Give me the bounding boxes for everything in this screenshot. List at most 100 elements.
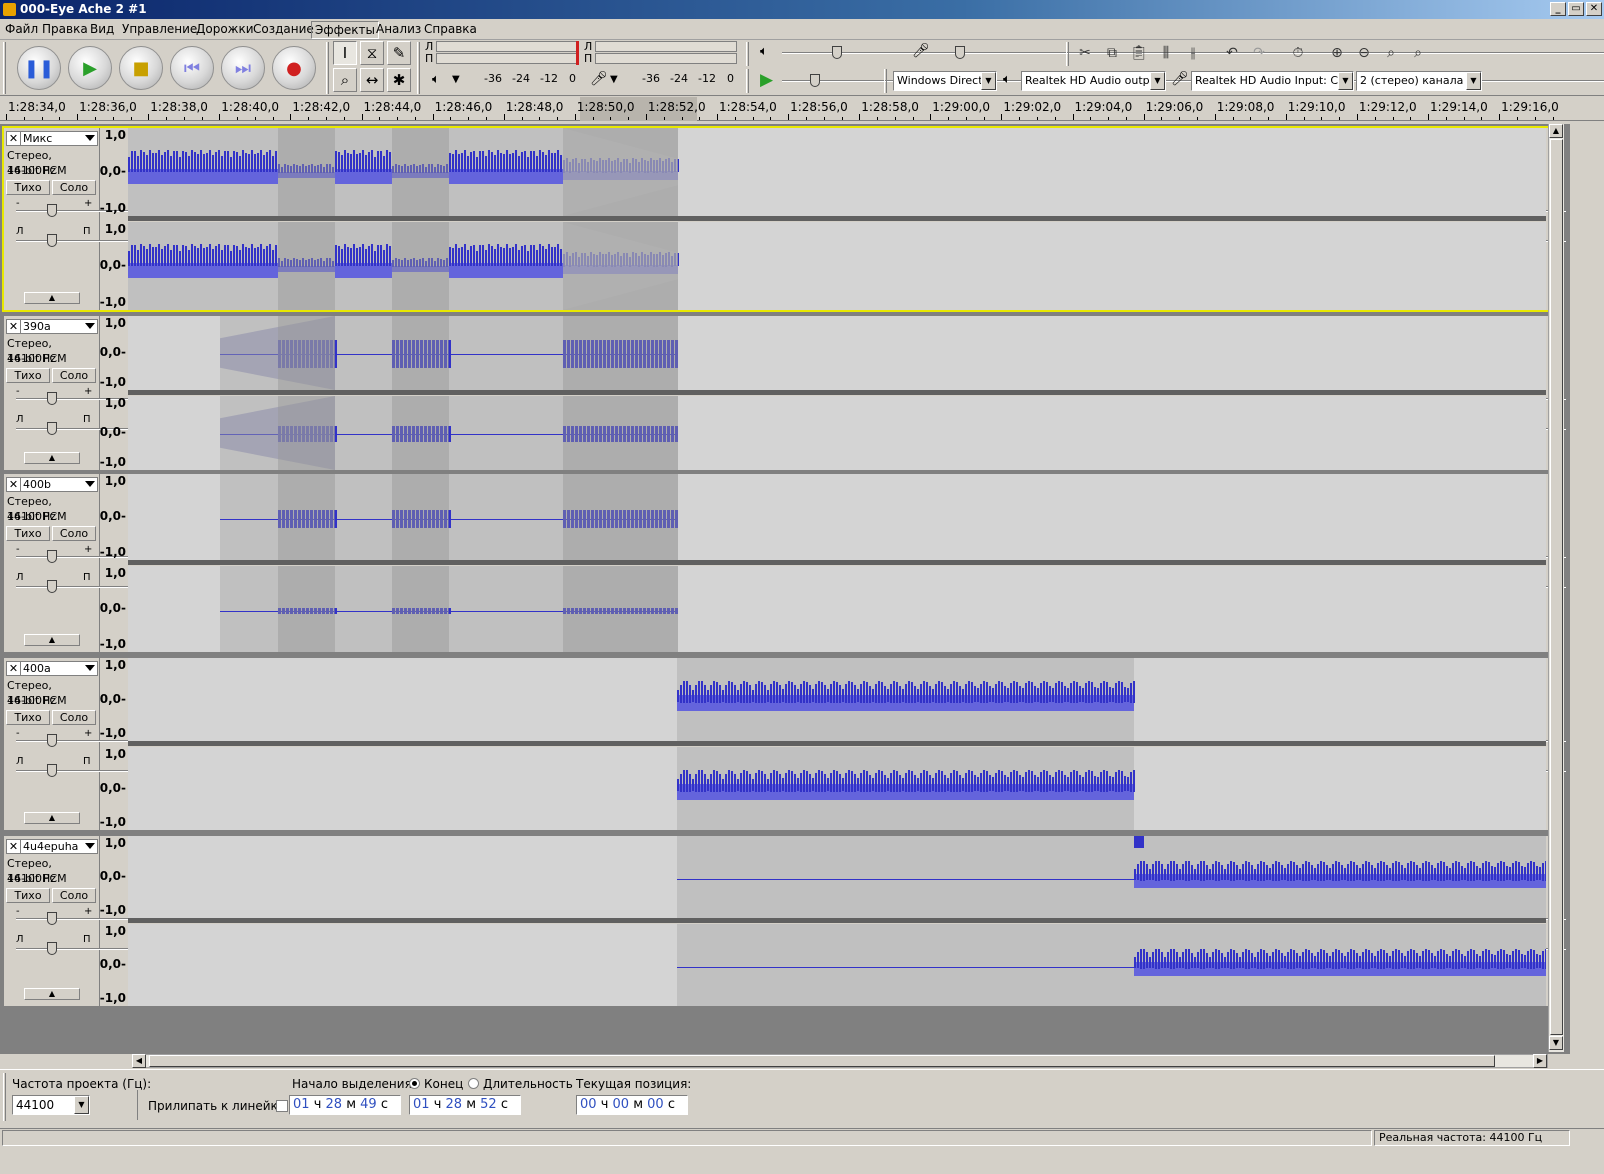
pause-button[interactable]: ❚❚: [17, 46, 61, 90]
pan-slider[interactable]: [16, 764, 1566, 778]
audio-track[interactable]: ✕ 400a Стерео, 44100Hz 16-bit PCM Тихо Соло - +…: [4, 658, 1566, 830]
menu-edit[interactable]: Правка: [39, 21, 91, 37]
waveform-area[interactable]: [128, 128, 1546, 216]
output-volume-slider[interactable]: [782, 46, 1604, 60]
toolbar-grip[interactable]: [3, 42, 6, 94]
zoom-in-button[interactable]: ⊕: [1325, 41, 1349, 65]
end-radio[interactable]: [409, 1078, 420, 1089]
audio-track[interactable]: ✕ Микс Стерео, 44100Hz 16-bit PCM Тихо Соло - +…: [2, 126, 1566, 312]
waveform-area[interactable]: [128, 658, 1546, 741]
playback-speed-slider[interactable]: [782, 74, 1604, 88]
audio-clip[interactable]: [1134, 924, 1546, 1006]
undo-button[interactable]: ↶: [1220, 41, 1244, 65]
audio-clip[interactable]: [677, 836, 1134, 918]
input-volume-slider[interactable]: [935, 46, 1604, 60]
minimize-button[interactable]: _: [1550, 2, 1566, 16]
paste-button[interactable]: 📋︎: [1127, 41, 1151, 65]
collapse-track-button[interactable]: ▲: [24, 812, 80, 824]
waveform-area[interactable]: [128, 222, 1546, 310]
track-close-button[interactable]: ✕: [7, 840, 21, 853]
track-close-button[interactable]: ✕: [7, 320, 21, 333]
waveform-area[interactable]: [128, 747, 1546, 830]
mute-button[interactable]: Тихо: [6, 526, 50, 541]
track-name-menu[interactable]: ✕ 390a: [6, 319, 98, 334]
track-close-button[interactable]: ✕: [7, 662, 21, 675]
skip-start-button[interactable]: ⏮: [170, 46, 214, 90]
track-menu-arrow-icon[interactable]: [85, 481, 95, 487]
audio-clip[interactable]: [1134, 836, 1546, 918]
track-menu-arrow-icon[interactable]: [85, 665, 95, 671]
length-radio[interactable]: [468, 1078, 479, 1089]
scroll-right-arrow[interactable]: ▶: [1533, 1054, 1547, 1068]
waveform-area[interactable]: [128, 836, 1546, 918]
track-close-button[interactable]: ✕: [7, 478, 21, 491]
menu-help[interactable]: Справка: [421, 21, 480, 37]
menu-analyze[interactable]: Анализ: [373, 21, 424, 37]
track-name-menu[interactable]: ✕ 400b: [6, 477, 98, 492]
gain-slider[interactable]: [16, 204, 1566, 218]
waveform-area[interactable]: [128, 924, 1546, 1006]
track-name-menu[interactable]: ✕ 4u4epuha: [6, 839, 98, 854]
toolbar-grip[interactable]: [3, 1073, 6, 1121]
audio-track[interactable]: ✕ 390a Стерео, 44100Hz 16-bit PCM Тихо Соло - +…: [4, 316, 1566, 470]
mute-button[interactable]: Тихо: [6, 180, 50, 195]
track-close-button[interactable]: ✕: [7, 132, 21, 145]
zoom-tool[interactable]: ⌕: [333, 68, 357, 92]
mute-button[interactable]: Тихо: [6, 710, 50, 725]
track-menu-arrow-icon[interactable]: [85, 135, 95, 141]
mute-button[interactable]: Тихо: [6, 368, 50, 383]
gain-slider[interactable]: [16, 550, 1566, 564]
toolbar-grip[interactable]: [417, 42, 420, 94]
input-channels-select[interactable]: 2 (стерео) канала зап ▼: [1356, 71, 1482, 91]
waveform-area[interactable]: [128, 474, 1546, 560]
playback-meter-menu[interactable]: ▼: [452, 74, 460, 85]
solo-button[interactable]: Соло: [52, 888, 96, 903]
trim-button[interactable]: ⫼: [1154, 41, 1178, 65]
menu-file[interactable]: Файл: [2, 21, 41, 37]
sync-lock-button[interactable]: ⏱: [1286, 41, 1310, 65]
play-at-speed-button[interactable]: ▶: [760, 70, 773, 90]
multi-tool[interactable]: ✱: [387, 68, 411, 92]
collapse-track-button[interactable]: ▲: [24, 988, 80, 1000]
waveform-area[interactable]: [128, 566, 1546, 652]
toolbar-grip[interactable]: [326, 42, 329, 94]
zoom-out-button[interactable]: ⊖: [1352, 41, 1376, 65]
menu-control[interactable]: Управление: [119, 21, 200, 37]
collapse-track-button[interactable]: ▲: [24, 292, 80, 304]
waveform-area[interactable]: [128, 396, 1546, 470]
cut-button[interactable]: ✂: [1073, 41, 1097, 65]
track-menu-arrow-icon[interactable]: [85, 843, 95, 849]
pan-slider[interactable]: [16, 942, 1566, 956]
solo-button[interactable]: Соло: [52, 180, 96, 195]
solo-button[interactable]: Соло: [52, 710, 96, 725]
envelope-tool[interactable]: ⧖: [360, 41, 384, 65]
copy-button[interactable]: ⧉: [1100, 41, 1124, 65]
collapse-track-button[interactable]: ▲: [24, 634, 80, 646]
silence-button[interactable]: ⫲: [1181, 41, 1205, 65]
audio-clip[interactable]: [677, 924, 1134, 1006]
toolbar-grip[interactable]: [746, 69, 749, 93]
gain-slider[interactable]: [16, 734, 1566, 748]
timeline-ruler[interactable]: 1:28:34,0 1:28:36,0 1:28:38,0 1:28:40,0 1:28…: [0, 97, 1604, 121]
menu-tracks[interactable]: Дорожки: [193, 21, 257, 37]
fit-selection-button[interactable]: ⌕: [1379, 41, 1403, 65]
vertical-scrollbar[interactable]: ▲ ▼: [1548, 124, 1564, 1052]
track-name-menu[interactable]: ✕ Микс: [6, 131, 98, 146]
pan-slider[interactable]: [16, 234, 1566, 248]
solo-button[interactable]: Соло: [52, 368, 96, 383]
horizontal-scroll-thumb[interactable]: [149, 1055, 1495, 1067]
menu-effects[interactable]: Эффекты: [311, 21, 379, 39]
timeshift-tool[interactable]: ↔: [360, 68, 384, 92]
horizontal-scrollbar[interactable]: ◀ ▶: [132, 1054, 1548, 1068]
mute-button[interactable]: Тихо: [6, 888, 50, 903]
stop-button[interactable]: ■: [119, 46, 163, 90]
toolbar-grip[interactable]: [746, 42, 749, 66]
pan-slider[interactable]: [16, 580, 1566, 594]
record-button[interactable]: ●: [272, 46, 316, 90]
selection-start-time[interactable]: 01 ч 28 м 49 с: [289, 1095, 401, 1115]
selection-end-time[interactable]: 01 ч 28 м 52 с: [409, 1095, 521, 1115]
close-button[interactable]: ✕: [1586, 2, 1602, 16]
play-button[interactable]: ▶: [68, 46, 112, 90]
gain-slider[interactable]: [16, 912, 1566, 926]
redo-button[interactable]: ↷: [1247, 41, 1271, 65]
